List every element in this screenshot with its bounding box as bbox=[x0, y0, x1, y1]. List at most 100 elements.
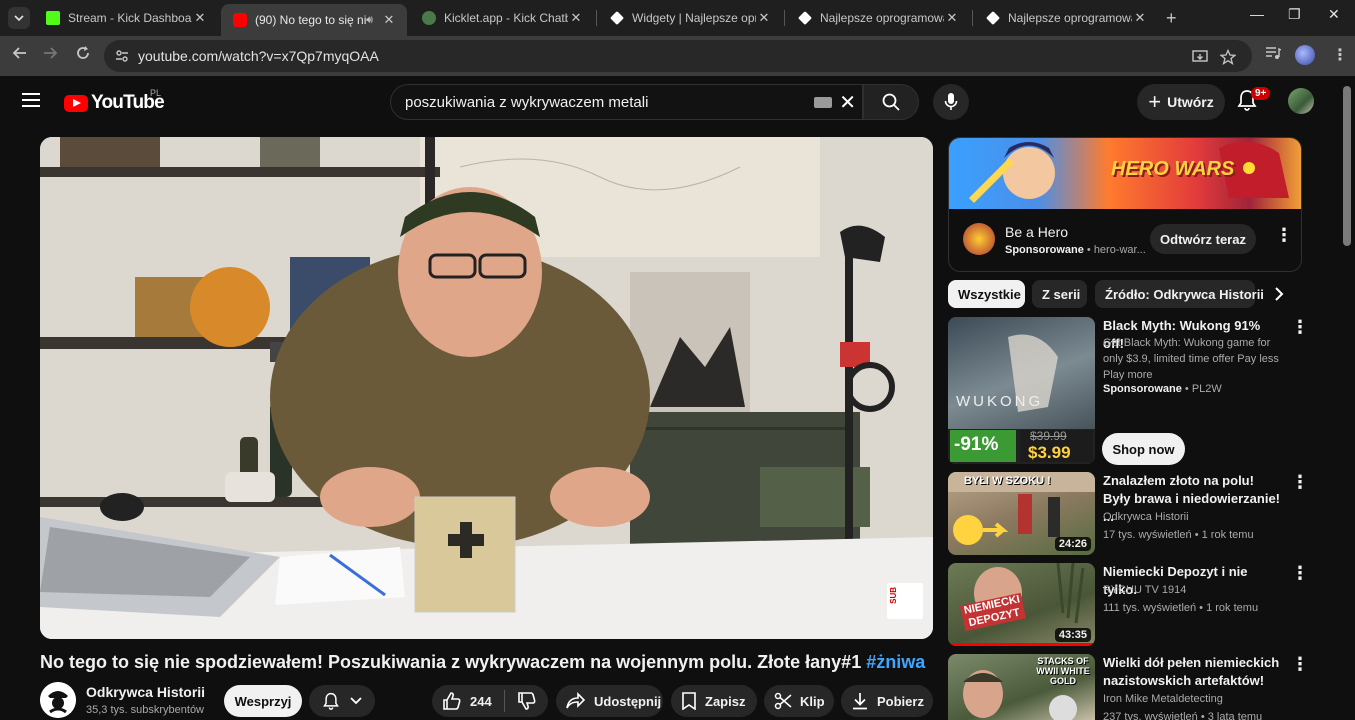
browser-tab[interactable]: Stream - Kick Dashboard ✕ bbox=[34, 4, 218, 32]
account-avatar[interactable] bbox=[1288, 88, 1314, 114]
browser-tab[interactable]: Najlepsze oprogramowanie ✕ bbox=[974, 4, 1158, 32]
channel-name[interactable]: RYCHU TV 1914 bbox=[1103, 584, 1186, 596]
chip-series[interactable]: Z serii bbox=[1032, 280, 1087, 308]
video-title[interactable]: Wielki dół pełen niemieckich nazistowski… bbox=[1103, 654, 1283, 690]
video-title: No tego to się nie spodziewałem! Poszuki… bbox=[40, 652, 926, 672]
restore-window-icon[interactable]: ❐ bbox=[1288, 6, 1301, 23]
channel-name[interactable]: Odkrywca Historii bbox=[86, 684, 205, 700]
recommended-video[interactable]: NIEMIECKI DEPOZYT 43:35 Niemiecki Depozy… bbox=[948, 563, 1309, 646]
media-controls-icon[interactable] bbox=[1265, 45, 1281, 61]
shop-now-button[interactable]: Shop now bbox=[1102, 433, 1185, 465]
chevron-right-icon[interactable] bbox=[1274, 287, 1284, 301]
close-tab-icon[interactable]: ✕ bbox=[568, 10, 584, 26]
download-icon bbox=[853, 693, 867, 710]
search-button[interactable] bbox=[863, 84, 919, 120]
ad-banner-image[interactable]: HERO WARS bbox=[949, 138, 1301, 209]
browser-tab-strip: Stream - Kick Dashboard ✕ (90) No tego t… bbox=[0, 0, 1355, 36]
search-icon bbox=[882, 93, 900, 111]
sponsored-video-card[interactable]: WUKONG -91% $39.99 $3.99 Black Myth: Wuk… bbox=[948, 317, 1309, 467]
diamond-favicon-icon bbox=[610, 11, 624, 25]
more-options-icon[interactable]: ⋮ bbox=[1291, 473, 1309, 491]
more-options-icon[interactable]: ⋮ bbox=[1291, 318, 1309, 336]
tab-separator bbox=[784, 10, 785, 26]
browser-tab[interactable]: Kicklet.app - Kick Chatbot ✕ bbox=[410, 4, 594, 32]
like-icon[interactable] bbox=[442, 691, 462, 711]
video-thumbnail[interactable]: STACKS OF WWII WHITE GOLD bbox=[948, 654, 1095, 720]
play-now-button[interactable]: Odtwórz teraz bbox=[1150, 224, 1256, 254]
sponsored-ad-card[interactable]: HERO WARS Be a Hero Sponsorowane • hero-… bbox=[948, 137, 1302, 272]
search-input[interactable]: poszukiwania z wykrywaczem metali ✕ bbox=[390, 84, 863, 120]
close-tab-icon[interactable]: ✕ bbox=[192, 10, 208, 26]
video-thumbnail[interactable]: WUKONG -91% $39.99 $3.99 bbox=[948, 317, 1095, 464]
tab-separator bbox=[972, 10, 973, 26]
ad-title[interactable]: Be a Hero bbox=[1005, 224, 1068, 240]
scissors-icon bbox=[774, 692, 792, 710]
channel-name[interactable]: Iron Mike Metaldetecting bbox=[1103, 693, 1223, 705]
back-arrow-icon[interactable] bbox=[12, 45, 28, 61]
video-player[interactable]: SUB bbox=[40, 137, 933, 639]
channel-name[interactable]: Odkrywca Historii bbox=[1103, 511, 1189, 523]
recommended-video[interactable]: STACKS OF WWII WHITE GOLD Wielki dół peł… bbox=[948, 654, 1309, 720]
close-tab-icon[interactable]: ✕ bbox=[1132, 10, 1148, 26]
browser-toolbar: youtube.com/watch?v=x7Qp7myqOAA ⋮ bbox=[0, 36, 1355, 76]
new-tab-button[interactable]: + bbox=[1166, 8, 1177, 29]
more-options-icon[interactable]: ⋮ bbox=[1291, 564, 1309, 582]
video-metadata: 111 tys. wyświetleń • 1 rok temu bbox=[1103, 602, 1259, 614]
support-button[interactable]: Wesprzyj bbox=[224, 685, 302, 717]
close-tab-icon[interactable]: ✕ bbox=[756, 10, 772, 26]
diamond-favicon-icon bbox=[986, 11, 1000, 25]
channel-avatar[interactable] bbox=[40, 682, 76, 718]
more-options-icon[interactable]: ⋮ bbox=[1291, 655, 1309, 673]
youtube-favicon-icon bbox=[233, 13, 247, 27]
share-button[interactable]: Udostępnij bbox=[556, 685, 663, 717]
create-button[interactable]: + Utwórz bbox=[1137, 84, 1225, 120]
browser-menu-icon[interactable]: ⋮ bbox=[1332, 45, 1348, 65]
close-window-icon[interactable]: ✕ bbox=[1328, 6, 1340, 23]
browser-tab[interactable]: Widgety | Najlepsze oprog ✕ bbox=[598, 4, 782, 32]
forward-arrow-icon[interactable] bbox=[42, 45, 58, 61]
channel-logo-icon bbox=[40, 682, 76, 718]
chip-all[interactable]: Wszystkie bbox=[948, 280, 1025, 308]
profile-avatar[interactable] bbox=[1295, 45, 1315, 65]
diamond-favicon-icon bbox=[798, 11, 812, 25]
speaker-icon[interactable]: 🔊︎ bbox=[366, 14, 373, 27]
chip-source[interactable]: Źródło: Odkrywca Historii bbox=[1095, 280, 1264, 308]
reload-icon[interactable] bbox=[75, 45, 91, 61]
tab-search-button[interactable] bbox=[8, 7, 30, 29]
notifications-button[interactable]: 9+ bbox=[1237, 87, 1271, 116]
youtube-logo[interactable]: YouTube PL bbox=[64, 88, 165, 114]
microphone-icon bbox=[944, 93, 958, 110]
install-app-icon[interactable] bbox=[1192, 49, 1208, 65]
video-thumbnail[interactable]: NIEMIECKI DEPOZYT 43:35 bbox=[948, 563, 1095, 646]
close-tab-icon[interactable]: ✕ bbox=[381, 12, 397, 28]
save-button[interactable]: Zapisz bbox=[671, 685, 757, 717]
browser-tab[interactable]: Najlepsze oprogramowanie ✕ bbox=[786, 4, 970, 32]
address-bar[interactable]: youtube.com/watch?v=x7Qp7myqOAA bbox=[104, 40, 1252, 72]
page-scrollbar[interactable] bbox=[1343, 86, 1351, 246]
browser-tab-active[interactable]: (90) No tego to się nie 🔊︎ ✕ bbox=[221, 4, 407, 36]
close-tab-icon[interactable]: ✕ bbox=[944, 10, 960, 26]
notification-badge: 9+ bbox=[1251, 87, 1271, 100]
clear-search-icon[interactable]: ✕ bbox=[839, 90, 856, 115]
bookmark-star-icon[interactable] bbox=[1220, 49, 1236, 65]
tab-separator bbox=[596, 10, 597, 26]
clip-button[interactable]: Klip bbox=[764, 685, 834, 717]
ad-sponsor-line: Sponsorowane • PL2W bbox=[1103, 383, 1222, 395]
recommended-video[interactable]: BYŁI W SZOKU ! 24:26 Znalazłem złoto na … bbox=[948, 472, 1309, 555]
more-options-icon[interactable]: ⋮ bbox=[1275, 226, 1293, 244]
like-count[interactable]: 244 bbox=[470, 694, 492, 709]
subscription-bell-button[interactable] bbox=[309, 685, 375, 717]
kicklet-favicon-icon bbox=[422, 11, 436, 25]
download-button[interactable]: Pobierz bbox=[841, 685, 933, 717]
minimize-window-icon[interactable]: — bbox=[1250, 6, 1264, 22]
site-settings-icon[interactable] bbox=[114, 48, 130, 64]
video-thumbnail[interactable]: BYŁI W SZOKU ! 24:26 bbox=[948, 472, 1095, 555]
url-text[interactable]: youtube.com/watch?v=x7Qp7myqOAA bbox=[138, 48, 379, 64]
hashtag-link[interactable]: #żniwa bbox=[866, 652, 925, 672]
video-duration: 24:26 bbox=[1054, 537, 1091, 551]
dislike-icon[interactable] bbox=[517, 691, 537, 711]
keyboard-icon[interactable] bbox=[814, 97, 832, 108]
guide-menu-icon[interactable] bbox=[22, 93, 40, 107]
voice-search-button[interactable] bbox=[933, 84, 969, 120]
subscribe-watermark[interactable]: SUB bbox=[887, 583, 923, 619]
